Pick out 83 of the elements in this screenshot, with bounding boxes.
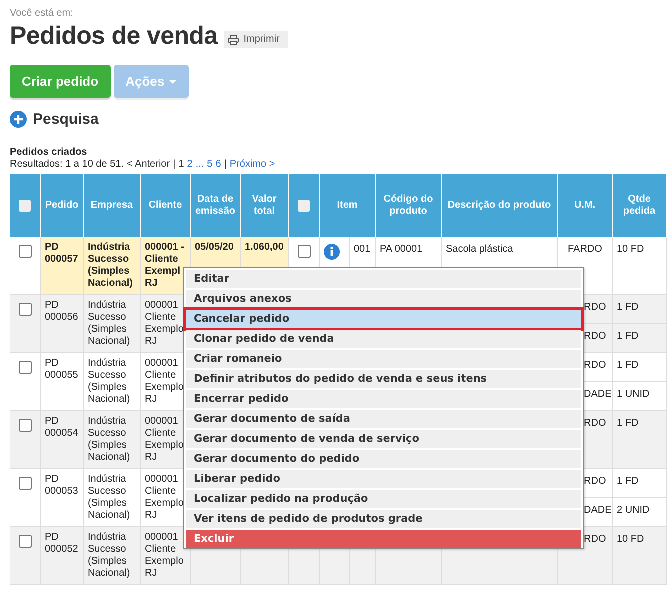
total-value: 1.060,00 (245, 242, 284, 253)
unit-of-measure: RDO (584, 534, 606, 545)
separator: | (173, 159, 176, 170)
row-checkbox[interactable] (18, 419, 32, 432)
item-checkbox[interactable] (298, 245, 310, 258)
order-number: PD 000054 (45, 416, 78, 439)
order-number: PD 000057 (45, 242, 78, 265)
menu-item[interactable]: Gerar documento do pedido (186, 450, 581, 468)
unit-of-measure: DADE (584, 505, 612, 516)
client-name: 000001 Cliente Exemplo RJ (145, 300, 184, 347)
order-number: PD 000055 (45, 358, 78, 381)
row-checkbox[interactable] (18, 245, 32, 258)
client-name: 000001 Cliente Exemplo RJ (145, 474, 184, 521)
menu-item[interactable]: Localizar pedido na produção (186, 490, 581, 508)
company-name: Indústria Sucesso (Simples Nacional) (88, 300, 130, 347)
row-checkbox[interactable] (18, 477, 32, 490)
info-icon[interactable] (324, 244, 340, 260)
caret-icon (168, 80, 177, 84)
unit-of-measure: RDO (584, 476, 606, 487)
ordered-quantity: 1 FD (617, 360, 639, 371)
row-checkbox[interactable] (18, 535, 32, 548)
unit-of-measure: RDO (584, 302, 606, 313)
menu-item[interactable]: Liberar pedido (186, 470, 581, 488)
menu-item[interactable]: Criar romaneio (186, 350, 581, 368)
unit-of-measure: RDO (584, 418, 606, 429)
product-description: Sacola plástica (446, 244, 514, 255)
separator: | (224, 159, 227, 170)
company-name: Indústria Sucesso (Simples Nacional) (88, 416, 130, 463)
order-number: PD 000052 (45, 532, 78, 555)
company-name: Indústria Sucesso (Simples Nacional) (88, 242, 134, 289)
client-name: 000001 Cliente Exemplo RJ (145, 358, 184, 405)
breadcrumb-label: Você está em: (10, 8, 74, 19)
menu-item[interactable]: Editar (186, 270, 581, 288)
select-all-checkbox[interactable] (19, 200, 31, 212)
printer-icon (228, 34, 239, 44)
page-title: Pedidos de venda (10, 22, 218, 51)
ordered-quantity: 1 FD (617, 476, 639, 487)
ordered-quantity: 1 FD (617, 302, 639, 313)
menu-item[interactable]: Arquivos anexos (186, 290, 581, 308)
unit-of-measure: RDO (584, 331, 606, 342)
page-link[interactable]: 5 (207, 159, 213, 170)
previous-link[interactable]: < Anterior (126, 159, 170, 170)
print-button[interactable]: Imprimir (224, 31, 288, 48)
ordered-quantity: 10 FD (617, 534, 644, 545)
client-name: 000001 Cliente Exemplo RJ (145, 532, 184, 579)
page-link[interactable]: 2 (187, 159, 193, 170)
client-name: 000001 Cliente Exemplo RJ (145, 416, 184, 463)
row-checkbox[interactable] (18, 303, 32, 316)
menu-item[interactable]: Gerar documento de saída (186, 410, 581, 428)
item-number: 001 (354, 244, 371, 255)
page-link[interactable]: 6 (216, 159, 222, 170)
order-number: PD 000056 (45, 300, 78, 323)
unit-of-measure: DADE (584, 389, 612, 400)
issue-date: 05/05/20 (195, 242, 234, 253)
unit-of-measure: FARDO (568, 244, 602, 255)
search-toggle[interactable]: Pesquisa (10, 111, 99, 128)
next-link[interactable]: Próximo > (230, 159, 276, 170)
menu-item[interactable]: Definir atributos do pedido de venda e seus itens (186, 370, 581, 388)
menu-item[interactable]: Cancelar pedido (186, 310, 581, 328)
order-number: PD 000053 (45, 474, 78, 497)
ordered-quantity: 1 FD (617, 331, 639, 342)
ordered-quantity: 1 FD (617, 418, 639, 429)
plus-icon (10, 111, 27, 128)
ordered-quantity: 10 FD (617, 244, 644, 255)
ordered-quantity: 2 UNID (617, 505, 650, 516)
menu-item[interactable]: Encerrar pedido (186, 390, 581, 408)
menu-item[interactable]: Ver itens de pedido de produtos grade (186, 510, 581, 528)
select-all-checkbox[interactable] (298, 200, 310, 212)
unit-of-measure: RDO (584, 360, 606, 371)
menu-item[interactable]: Clonar pedido de venda (186, 330, 581, 348)
company-name: Indústria Sucesso (Simples Nacional) (88, 474, 130, 521)
menu-item[interactable]: Gerar documento de venda de serviço (186, 430, 581, 448)
product-code: PA 00001 (380, 244, 423, 255)
row-checkbox[interactable] (18, 361, 32, 374)
ordered-quantity: 1 UNID (617, 389, 650, 400)
company-name: Indústria Sucesso (Simples Nacional) (88, 532, 130, 579)
client-name: 000001 - Cliente Exempl RJ (145, 242, 184, 289)
company-name: Indústria Sucesso (Simples Nacional) (88, 358, 130, 405)
page-link[interactable]: ... (196, 159, 204, 170)
results-summary: Resultados: 1 a 10 de 51. (10, 159, 124, 170)
menu-item[interactable]: Excluir (186, 530, 581, 548)
results-title: Pedidos criados (10, 147, 88, 158)
page-link[interactable]: 1 (178, 159, 184, 170)
